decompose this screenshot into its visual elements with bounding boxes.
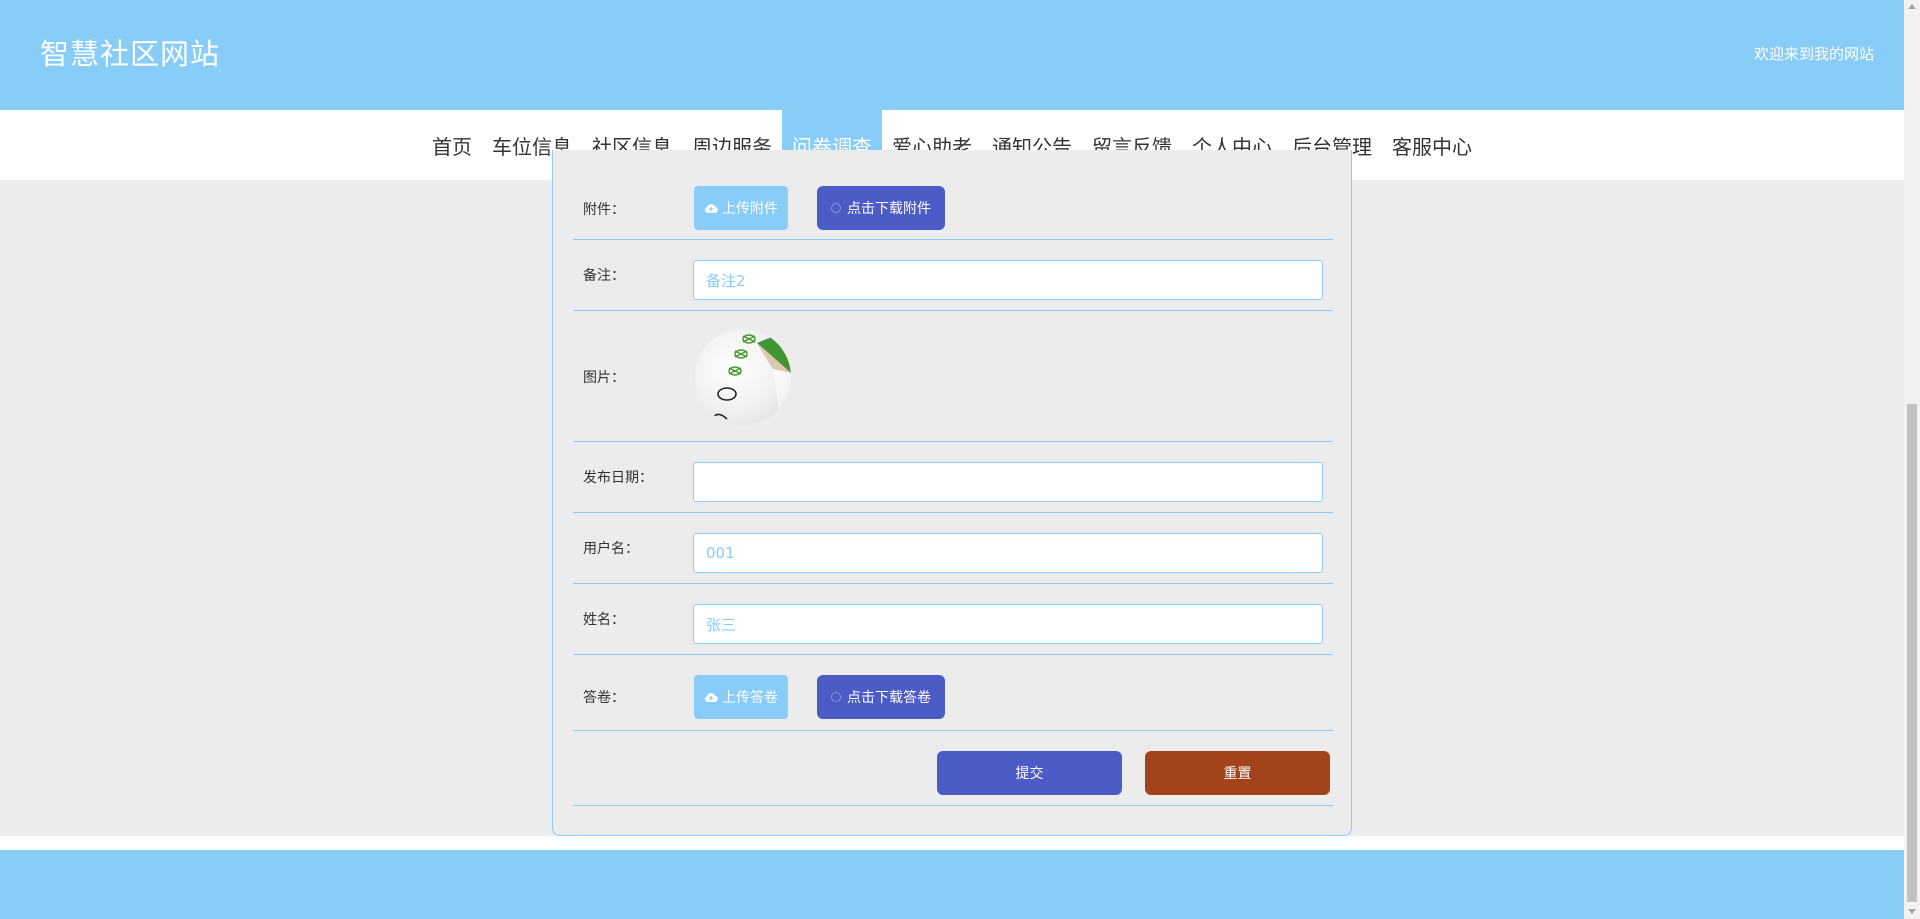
- scroll-down-arrow-icon[interactable]: [1908, 909, 1916, 914]
- welcome-text: 欢迎来到我的网站: [1753, 45, 1874, 63]
- image-label: 图片：: [583, 370, 625, 386]
- reset-button[interactable]: 重置: [1145, 751, 1330, 795]
- nav-item-home[interactable]: 首页: [422, 110, 482, 180]
- form-row-name: 姓名：: [573, 584, 1333, 655]
- site-header: 智慧社区网站 欢迎来到我的网站: [0, 0, 1904, 110]
- cloud-upload-icon: [704, 203, 718, 213]
- download-icon: [831, 692, 841, 702]
- upload-attachment-label: 上传附件: [722, 200, 778, 216]
- survey-image: [695, 329, 791, 425]
- publish-date-input[interactable]: [693, 462, 1323, 502]
- image-thumbnail-graphic: [712, 329, 791, 425]
- upload-answer-button[interactable]: 上传答卷: [694, 675, 788, 719]
- download-answer-label: 点击下载答卷: [847, 689, 931, 705]
- remark-input[interactable]: [693, 260, 1323, 300]
- download-answer-button[interactable]: 点击下载答卷: [817, 675, 945, 719]
- footer-divider: [0, 836, 1904, 850]
- publish-date-label: 发布日期：: [583, 470, 653, 486]
- download-icon: [831, 203, 841, 213]
- download-attachment-button[interactable]: 点击下载附件: [817, 186, 945, 230]
- form-row-actions: 提交 重置: [573, 731, 1333, 806]
- name-input[interactable]: [693, 604, 1323, 644]
- download-attachment-label: 点击下载附件: [847, 200, 931, 216]
- form-row-image: 图片：: [573, 311, 1333, 442]
- upload-attachment-button[interactable]: 上传附件: [694, 186, 788, 230]
- scroll-up-arrow-icon[interactable]: [1908, 4, 1916, 9]
- submit-button[interactable]: 提交: [937, 751, 1122, 795]
- form-row-attachment: 附件： 上传附件 点击下载附件: [573, 180, 1333, 240]
- form-row-publish-date: 发布日期：: [573, 442, 1333, 513]
- form-row-remark: 备注：: [573, 240, 1333, 311]
- cloud-upload-icon: [704, 692, 718, 702]
- form-row-answer: 答卷： 上传答卷 点击下载答卷: [573, 655, 1333, 731]
- attachment-label: 附件：: [583, 202, 625, 218]
- remark-label: 备注：: [583, 268, 625, 284]
- form-row-username: 用户名：: [573, 513, 1333, 584]
- upload-answer-label: 上传答卷: [722, 689, 778, 705]
- username-label: 用户名：: [583, 541, 639, 557]
- name-label: 姓名：: [583, 612, 625, 628]
- survey-form: 附件： 上传附件 点击下载附件 备注： 图片：: [552, 150, 1352, 836]
- site-footer: [0, 850, 1904, 919]
- site-title[interactable]: 智慧社区网站: [40, 36, 220, 72]
- scrollbar-thumb[interactable]: [1907, 404, 1917, 902]
- nav-item-customer-service[interactable]: 客服中心: [1382, 110, 1482, 180]
- answer-label: 答卷：: [583, 690, 625, 706]
- username-input[interactable]: [693, 533, 1323, 573]
- page-scrollbar[interactable]: [1904, 0, 1920, 919]
